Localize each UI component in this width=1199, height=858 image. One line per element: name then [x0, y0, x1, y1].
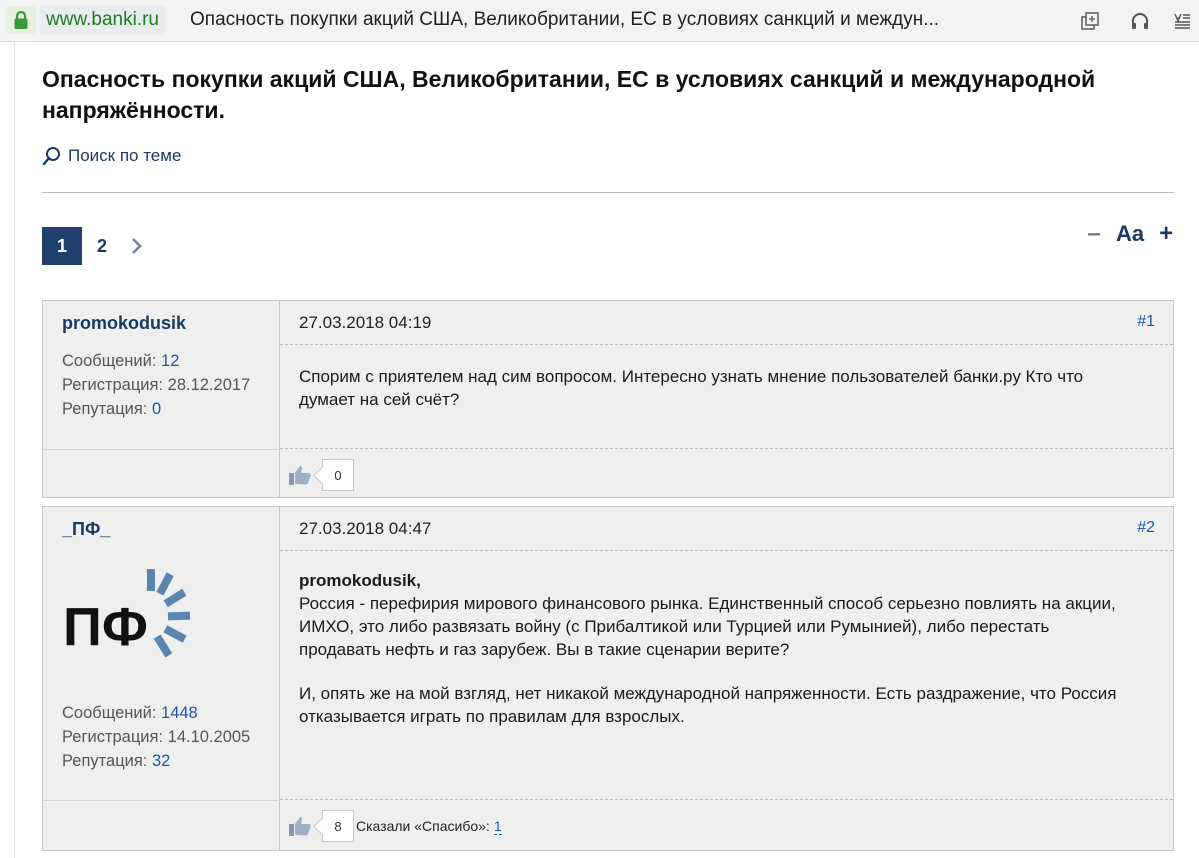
- thanks-label: Сказали «Спасибо»:: [356, 818, 490, 834]
- post-date: 27.03.2018 04:47: [299, 519, 432, 538]
- like-count: 8: [322, 810, 354, 842]
- reputation-value[interactable]: 0: [152, 400, 161, 418]
- forum-post: _ПФ_ ПФ Сообщений: 1448 Регистрация: 14.…: [42, 506, 1174, 851]
- font-size-controls: – Aa +: [1084, 220, 1176, 248]
- browser-address-bar: www.banki.ru Опасность покупки акций США…: [0, 0, 1199, 42]
- search-topic-link[interactable]: Поиск по теме: [42, 146, 181, 166]
- lock-icon[interactable]: [6, 6, 36, 34]
- next-page-button[interactable]: [122, 227, 152, 265]
- pagination: 1 2: [42, 227, 152, 265]
- like-count: 0: [322, 459, 354, 491]
- page-title: Опасность покупки акций США, Великобрита…: [42, 66, 1096, 123]
- popout-window-icon[interactable]: [1078, 9, 1102, 33]
- post-body: Спорим с приятелем над сим вопросом. Инт…: [299, 365, 1133, 432]
- post-username[interactable]: _ПФ_: [62, 519, 110, 540]
- post-author-panel: promokodusik Сообщений: 12 Регистрация: …: [43, 301, 280, 497]
- quote-author[interactable]: promokodusik,: [299, 569, 1133, 592]
- post-paragraph: Спорим с приятелем над сим вопросом. Инт…: [299, 367, 1084, 409]
- messages-label: Сообщений:: [62, 704, 157, 722]
- messages-label: Сообщений:: [62, 352, 157, 370]
- forum-post: promokodusik Сообщений: 12 Регистрация: …: [42, 300, 1174, 498]
- post-username[interactable]: promokodusik: [62, 313, 186, 334]
- thanks-count-link[interactable]: 1: [493, 818, 502, 835]
- search-topic-label: Поиск по теме: [68, 146, 182, 165]
- messages-count[interactable]: 1448: [161, 704, 198, 722]
- post-number-link[interactable]: #2: [1137, 519, 1155, 537]
- url-field[interactable]: www.banki.ru: [40, 5, 165, 35]
- tab-title: Опасность покупки акций США, Великобрита…: [190, 9, 940, 30]
- post-paragraph: Россия - перефирия мирового финансового …: [299, 594, 1116, 659]
- headphones-icon[interactable]: [1128, 9, 1152, 33]
- post-author-panel: _ПФ_ ПФ Сообщений: 1448 Регистрация: 14.…: [43, 507, 280, 850]
- post-footer: 0: [280, 448, 1173, 499]
- reader-mode-icon[interactable]: [1170, 9, 1194, 33]
- messages-count[interactable]: 12: [161, 352, 179, 370]
- reputation-label: Репутация:: [62, 400, 148, 418]
- registration-label: Регистрация:: [62, 376, 164, 394]
- like-control: 8 Сказали «Спасибо»: 1: [288, 810, 502, 842]
- post-body: promokodusik, Россия - перефирия мировог…: [299, 569, 1133, 749]
- reputation-label: Репутация:: [62, 752, 148, 770]
- avatar-text: ПФ: [63, 597, 148, 657]
- user-stats: Сообщений: 12 Регистрация: 28.12.2017 Ре…: [62, 349, 250, 421]
- thumbs-up-icon[interactable]: [288, 815, 312, 837]
- post-author-footer: [43, 800, 280, 852]
- page-1-button[interactable]: 1: [42, 227, 82, 265]
- font-decrease-button[interactable]: –: [1084, 220, 1104, 248]
- post-header: 27.03.2018 04:47 #2: [280, 507, 1173, 551]
- post-footer: 8 Сказали «Спасибо»: 1: [280, 799, 1173, 852]
- registration-label: Регистрация:: [62, 728, 164, 746]
- thumbs-up-icon[interactable]: [288, 464, 312, 486]
- post-header: 27.03.2018 04:19 #1: [280, 301, 1173, 345]
- reputation-value[interactable]: 32: [152, 752, 170, 770]
- user-stats: Сообщений: 1448 Регистрация: 14.10.2005 …: [62, 701, 250, 773]
- post-paragraph: И, опять же на мой взгляд, нет никакой м…: [299, 684, 1117, 726]
- chevron-right-icon: [132, 238, 142, 254]
- user-avatar[interactable]: ПФ: [63, 565, 195, 663]
- thanks-summary: Сказали «Спасибо»: 1: [356, 818, 502, 835]
- font-increase-button[interactable]: +: [1156, 220, 1176, 248]
- post-number-link[interactable]: #1: [1137, 313, 1155, 331]
- registration-date: 28.12.2017: [167, 376, 251, 394]
- registration-date: 14.10.2005: [167, 728, 251, 746]
- url-text: www.banki.ru: [46, 9, 159, 30]
- search-icon: [42, 147, 60, 166]
- page-left-border: [14, 42, 15, 858]
- post-date: 27.03.2018 04:19: [299, 313, 432, 332]
- page-2-button[interactable]: 2: [82, 227, 122, 265]
- font-size-label: Aa: [1116, 221, 1145, 246]
- like-control: 0: [288, 459, 354, 491]
- post-author-footer: [43, 449, 280, 499]
- title-divider: [42, 192, 1174, 193]
